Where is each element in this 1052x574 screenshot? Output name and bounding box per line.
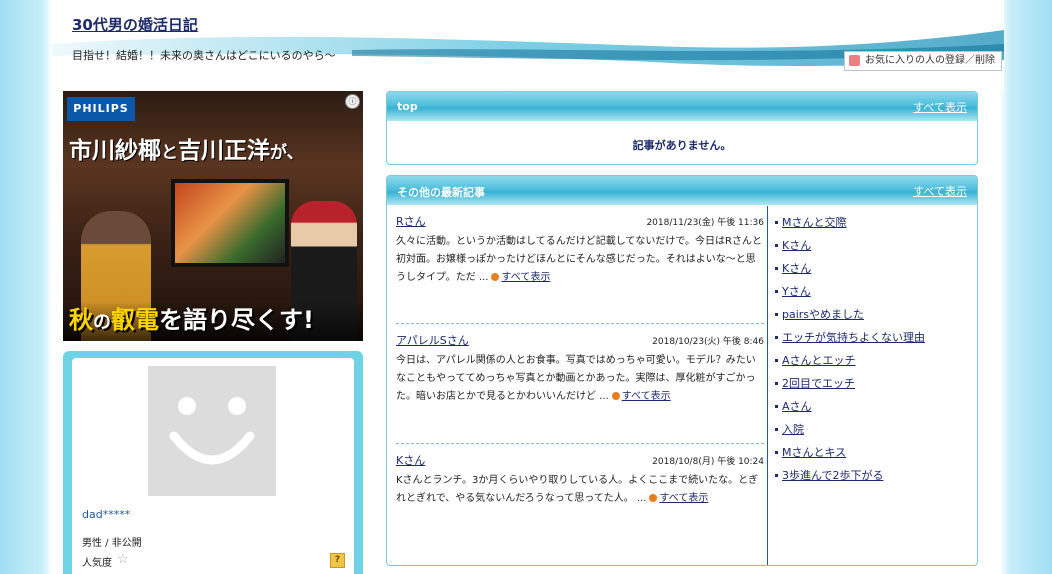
- article-excerpt-text: 今日は、アパレル関係の人とお食事。写真ではめっちゃ可愛い。モデル？みたいなことも…: [396, 355, 756, 402]
- list-item: 2回目でエッチ: [775, 375, 970, 398]
- list-item: Yさん: [775, 283, 970, 306]
- bullet-icon: [775, 243, 778, 247]
- article-excerpt: 久々に活動。というか活動はしてるんだけど記載してないだけで。今日はRさんと初対面…: [396, 233, 762, 287]
- ad-info-icon[interactable]: ⓘ: [345, 94, 360, 109]
- list-item: 3歩進んで2歩下がる: [775, 467, 970, 490]
- recent-article-link[interactable]: 3歩進んで2歩下がる: [782, 469, 883, 482]
- bullet-icon: [775, 404, 778, 408]
- read-more-icon: [491, 273, 500, 281]
- list-item: 入院: [775, 421, 970, 444]
- read-more-icon: [649, 494, 658, 502]
- article-title-link[interactable]: アパレルSさん: [396, 332, 469, 348]
- blog-subtitle: 目指せ！結婚！！未来の奥さんはどこにいるのやら～: [72, 49, 336, 62]
- profile-gender: 男性 / 非公開: [82, 538, 142, 549]
- article-excerpt-text: 久々に活動。というか活動はしてるんだけど記載してないだけで。今日はRさんと初対面…: [396, 236, 762, 283]
- latest-articles-section: その他の最新記事 すべて表示 Rさん 2018/11/23(金) 午後 11:3…: [386, 175, 978, 566]
- list-item: Kさん: [775, 260, 970, 283]
- recent-article-link[interactable]: pairsやめました: [782, 308, 864, 321]
- profile-inner: dad***** 男性 / 非公開 人気度 ☆ ?: [72, 358, 354, 574]
- article-excerpt: Kさんとランチ。3か月くらいやり取りしている人。よくここまで続いたな。とぎれとぎ…: [396, 472, 762, 508]
- article-date: 2018/10/8(月) 午後 10:24: [652, 457, 764, 467]
- article-date: 2018/11/23(金) 午後 11:36: [646, 218, 764, 228]
- article-divider: [396, 443, 764, 444]
- top-section-title: top: [397, 100, 418, 113]
- profile-username-link[interactable]: dad*****: [82, 508, 130, 521]
- recent-article-link[interactable]: Yさん: [782, 285, 811, 298]
- list-item: Aさんとエッチ: [775, 352, 970, 375]
- recent-article-link[interactable]: Aさんとエッチ: [782, 354, 856, 367]
- recent-article-link[interactable]: 入院: [782, 423, 804, 436]
- article-title-link[interactable]: Rさん: [396, 213, 426, 229]
- ad-tagline: 秋の叡電を語り尽くす!: [69, 300, 314, 335]
- read-more-link[interactable]: すべて表示: [659, 493, 708, 504]
- article-item: Kさん 2018/10/8(月) 午後 10:24 Kさんとランチ。3か月くらい…: [396, 452, 764, 532]
- ad-tv-image: [171, 179, 289, 267]
- ad-headline-ga: が、: [270, 143, 304, 163]
- smiley-avatar-icon: [169, 397, 255, 465]
- recent-article-link[interactable]: Kさん: [782, 239, 811, 252]
- top-view-all-link[interactable]: すべて表示: [913, 99, 967, 115]
- bullet-icon: [775, 266, 778, 270]
- recent-article-link[interactable]: Aさん: [782, 400, 812, 413]
- ad-headline-name1: 市川紗椰: [69, 138, 161, 164]
- favorite-icon: [849, 55, 860, 66]
- read-more-link[interactable]: すべて表示: [622, 391, 671, 402]
- latest-section-header: その他の最新記事 すべて表示: [387, 176, 977, 205]
- recent-article-link[interactable]: エッチが気持ちよくない理由: [782, 331, 925, 344]
- profile-popularity-label: 人気度: [82, 558, 112, 569]
- top-section-header: top すべて表示: [387, 92, 977, 121]
- ad-brand-logo: PHILIPS: [67, 97, 135, 121]
- ad-tagline-no: の: [93, 312, 111, 333]
- blog-title-link[interactable]: 30代男の婚活日記: [72, 14, 198, 35]
- bullet-icon: [775, 427, 778, 431]
- recent-article-links: Mさんと交際 Kさん Kさん Yさん pairsやめました エッチが気持ちよくな…: [775, 214, 970, 490]
- bullet-icon: [775, 450, 778, 454]
- favorite-register-button[interactable]: お気に入りの人の登録／削除: [844, 51, 1002, 71]
- ad-headline-and: と: [161, 143, 178, 163]
- article-excerpt: 今日は、アパレル関係の人とお食事。写真ではめっちゃ可愛い。モデル？みたいなことも…: [396, 352, 762, 406]
- list-item: pairsやめました: [775, 306, 970, 329]
- bullet-icon: [775, 381, 778, 385]
- bullet-icon: [775, 289, 778, 293]
- bullet-icon: [775, 335, 778, 339]
- latest-view-all-link[interactable]: すべて表示: [913, 183, 967, 199]
- profile-panel: dad***** 男性 / 非公開 人気度 ☆ ?: [63, 351, 363, 574]
- list-item: Kさん: [775, 237, 970, 260]
- bullet-icon: [775, 473, 778, 477]
- list-item: Mさんと交際: [775, 214, 970, 237]
- top-section: top すべて表示 記事がありません。: [386, 91, 978, 165]
- ad-tagline-eiden: 叡電: [111, 306, 159, 334]
- advertisement-banner[interactable]: PHILIPS ⓘ 市川紗椰と吉川正洋が、 秋の叡電を語り尽くす!: [63, 91, 363, 341]
- list-item: Mさんとキス: [775, 444, 970, 467]
- article-title-link[interactable]: Kさん: [396, 452, 425, 468]
- read-more-icon: [611, 392, 620, 400]
- recent-article-link[interactable]: 2回目でエッチ: [782, 377, 855, 390]
- list-item: エッチが気持ちよくない理由: [775, 329, 970, 352]
- ad-headline-name2: 吉川正洋: [178, 138, 270, 164]
- recent-article-link[interactable]: Mさんとキス: [782, 446, 846, 459]
- help-icon[interactable]: ?: [330, 553, 345, 568]
- no-articles-message: 記事がありません。: [632, 139, 732, 152]
- star-icon: ☆: [117, 552, 129, 567]
- ad-tagline-aki: 秋: [69, 306, 93, 334]
- avatar[interactable]: [148, 366, 276, 496]
- recent-article-link[interactable]: Mさんと交際: [782, 216, 847, 229]
- read-more-link[interactable]: すべて表示: [501, 272, 550, 283]
- bullet-icon: [775, 312, 778, 316]
- article-divider: [396, 323, 764, 324]
- latest-section-title: その他の最新記事: [397, 186, 485, 199]
- article-list: Rさん 2018/11/23(金) 午後 11:36 久々に活動。というか活動は…: [387, 206, 768, 565]
- article-item: アパレルSさん 2018/10/23(火) 午後 8:46 今日は、アパレル関係…: [396, 332, 764, 432]
- recent-article-link[interactable]: Kさん: [782, 262, 811, 275]
- blog-header: 30代男の婚活日記 目指せ！結婚！！未来の奥さんはどこにいるのやら～ お気に入り…: [52, 0, 1004, 90]
- bullet-icon: [775, 358, 778, 362]
- article-date: 2018/10/23(火) 午後 8:46: [652, 337, 764, 347]
- ad-tagline-rest: を語り尽くす!: [159, 306, 314, 334]
- bullet-icon: [775, 220, 778, 224]
- favorite-register-label: お気に入りの人の登録／削除: [865, 55, 995, 66]
- list-item: Aさん: [775, 398, 970, 421]
- article-item: Rさん 2018/11/23(金) 午後 11:36 久々に活動。というか活動は…: [396, 213, 764, 313]
- ad-headline: 市川紗椰と吉川正洋が、: [69, 131, 359, 165]
